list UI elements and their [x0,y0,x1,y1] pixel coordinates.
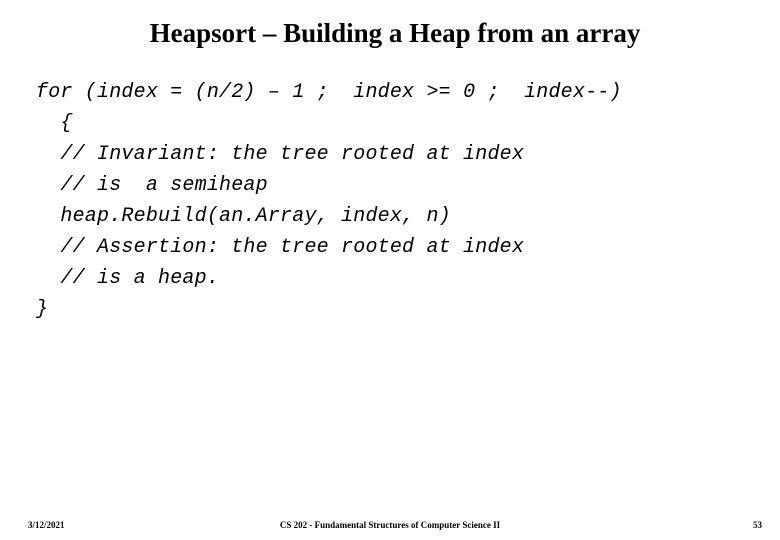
code-block: for (index = (n/2) – 1 ; index >= 0 ; in… [36,77,752,325]
code-line-7: // is a heap. [36,267,219,290]
code-line-8: } [36,298,48,321]
code-line-3: // Invariant: the tree rooted at index [36,143,524,166]
code-line-5: heap.Rebuild(an.Array, index, n) [36,205,451,228]
slide-title: Heapsort – Building a Heap from an array [98,18,752,49]
slide-container: Heapsort – Building a Heap from an array… [0,0,780,540]
code-line-4: // is a semiheap [36,174,268,197]
footer-date: 3/12/2021 [28,520,65,530]
code-line-2: { [36,112,73,135]
code-line-6: // Assertion: the tree rooted at index [36,236,524,259]
footer-course: CS 202 - Fundamental Structures of Compu… [280,520,500,530]
footer-page-number: 53 [753,520,762,530]
code-line-1: for (index = (n/2) – 1 ; index >= 0 ; in… [36,81,622,104]
